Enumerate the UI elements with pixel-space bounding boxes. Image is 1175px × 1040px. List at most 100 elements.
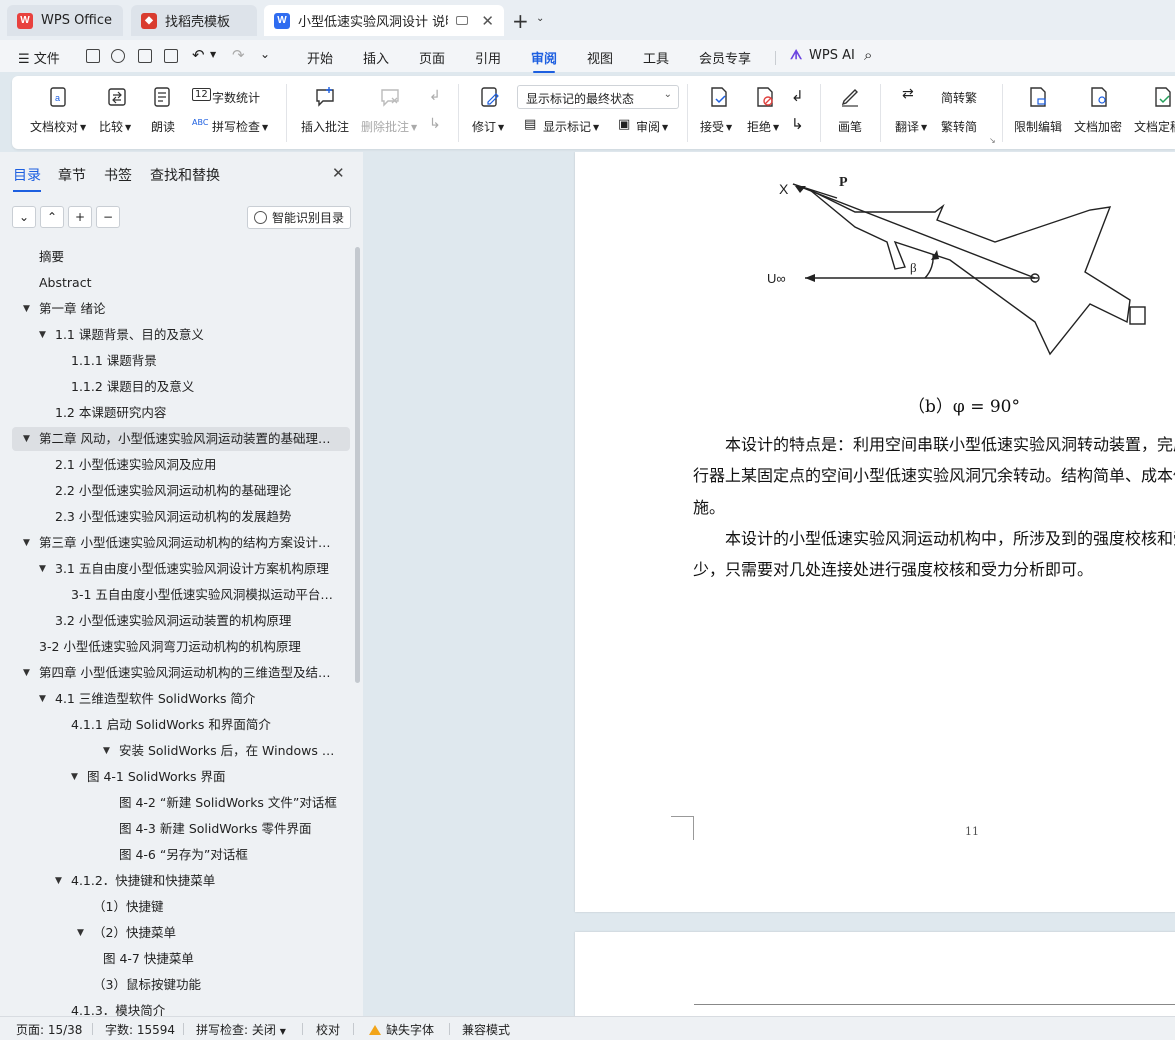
doc-encrypt-button[interactable]: 文档加密 — [1074, 118, 1122, 135]
smart-toc-button[interactable]: 智能识别目录 — [247, 206, 351, 229]
tab-wps-office[interactable]: W WPS Office — [7, 5, 123, 36]
toc-item[interactable]: 3.2 小型低速实验风洞运动装置的机构原理 — [12, 609, 350, 633]
collapse-arrow-icon[interactable]: ▼ — [23, 297, 30, 321]
trad-to-simp-button[interactable]: 繁转简 — [941, 118, 977, 135]
toc-item[interactable]: 图 4-2 “新建 SolidWorks 文件”对话框 — [12, 791, 350, 815]
missing-font-status[interactable]: 缺失字体 — [369, 1021, 434, 1038]
window-mode-icon[interactable] — [456, 16, 468, 25]
delete-comment-button[interactable]: 删除批注 ▼ — [361, 118, 417, 135]
collapse-arrow-icon[interactable]: ▼ — [39, 323, 46, 347]
close-tab-icon[interactable]: ✕ — [481, 12, 494, 30]
nav-tab-bookmarks[interactable]: 书签 — [104, 165, 132, 185]
toc-item[interactable]: 3-1 五自由度小型低速实验风洞模拟运动平台的 ... — [12, 583, 350, 607]
toc-item[interactable]: 1.1.1 课题背景 — [12, 349, 350, 373]
dialog-launcher-icon[interactable]: ↘ — [989, 136, 996, 145]
menu-tools[interactable]: 工具 — [643, 48, 669, 67]
search-icon[interactable]: ⌕ — [864, 46, 872, 64]
redo-icon[interactable]: ↷ — [232, 46, 245, 64]
tab-docer-templates[interactable]: ◆ 找稻壳模板 — [131, 5, 257, 36]
pen-button[interactable]: 画笔 — [838, 118, 862, 135]
read-aloud-button[interactable]: 朗读 — [151, 118, 175, 135]
toc-item[interactable]: Abstract — [12, 271, 350, 295]
undo-icon[interactable]: ↶ — [192, 46, 205, 64]
collapse-arrow-icon[interactable]: ▼ — [71, 765, 78, 789]
toc-item[interactable]: 4.1.3．模块简介 — [12, 999, 350, 1016]
doc-finalize-button[interactable]: 文档定稿 — [1134, 118, 1175, 135]
review-pane-button[interactable]: 审阅 ▼ — [636, 118, 668, 135]
collapse-arrow-icon[interactable]: ▼ — [23, 427, 30, 451]
collapse-arrow-icon[interactable]: ▼ — [103, 739, 110, 763]
toc-item[interactable]: 2.1 小型低速实验风洞及应用 — [12, 453, 350, 477]
collapse-arrow-icon[interactable]: ▼ — [77, 921, 84, 945]
close-pane-icon[interactable]: ✕ — [332, 164, 345, 182]
toc-item[interactable]: ▼ （2）快捷菜单 — [12, 921, 350, 945]
toc-item[interactable]: 2.3 小型低速实验风洞运动机构的发展趋势 — [12, 505, 350, 529]
collapse-arrow-icon[interactable]: ▼ — [23, 531, 30, 555]
toc-item[interactable]: ▼ 1.1 课题背景、目的及意义 — [12, 323, 350, 347]
translate-button[interactable]: 翻译 ▼ — [895, 118, 927, 135]
insert-comment-button[interactable]: 插入批注 — [301, 118, 349, 135]
collapse-arrow-icon[interactable]: ▼ — [39, 557, 46, 581]
expand-down-button[interactable]: ⌄ — [12, 206, 36, 228]
toc-item[interactable]: 2.2 小型低速实验风洞运动机构的基础理论 — [12, 479, 350, 503]
next-comment-icon[interactable]: ↳ — [429, 116, 441, 132]
menu-page[interactable]: 页面 — [419, 48, 445, 67]
accept-button[interactable]: 接受 ▼ — [700, 118, 732, 135]
track-changes-button[interactable]: 修订 ▼ — [472, 118, 504, 135]
wps-ai-button[interactable]: WPS AI — [809, 48, 855, 63]
word-count-button[interactable]: 字数统计 — [212, 89, 260, 106]
previous-comment-icon[interactable]: ↲ — [429, 88, 441, 104]
remove-heading-button[interactable]: − — [96, 206, 120, 228]
toc-item[interactable]: （3）鼠标按键功能 — [12, 973, 350, 997]
chevron-down-icon[interactable]: ⌄ — [536, 13, 544, 24]
toc-item[interactable]: ▼ 第四章 小型低速实验风洞运动机构的三维造型及结构 ... — [12, 661, 350, 685]
spell-check-button[interactable]: 拼写检查 ▼ — [212, 118, 268, 135]
menu-member[interactable]: 会员专享 — [699, 48, 751, 67]
add-heading-button[interactable]: + — [68, 206, 92, 228]
collapse-up-button[interactable]: ⌃ — [40, 206, 64, 228]
nav-tab-find-replace[interactable]: 查找和替换 — [150, 165, 220, 185]
nav-tab-toc[interactable]: 目录 — [13, 165, 41, 192]
toc-item[interactable]: ▼ 4.1.2．快捷键和快捷菜单 — [12, 869, 350, 893]
toc-item[interactable]: 1.1.2 课题目的及意义 — [12, 375, 350, 399]
show-markup-button[interactable]: 显示标记 ▼ — [543, 118, 599, 135]
share-icon[interactable] — [111, 49, 125, 63]
document-canvas[interactable]: X P β U∞ （b）φ = 90° 本设计的特点是：利用空间串联小型低速实验… — [363, 152, 1175, 1016]
more-quick-access-icon[interactable]: ⌄ — [260, 47, 270, 61]
previous-change-icon[interactable]: ↲ — [791, 87, 804, 105]
toc-item[interactable]: ▼ 第三章 小型低速实验风洞运动机构的结构方案设计和 ... — [12, 531, 350, 555]
compare-button[interactable]: 比较 ▼ — [99, 118, 131, 135]
menu-review[interactable]: 审阅 — [531, 48, 557, 73]
toc-item[interactable]: 图 4-6 “另存为”对话框 — [12, 843, 350, 867]
print-icon[interactable] — [138, 49, 152, 63]
nav-tab-sections[interactable]: 章节 — [58, 165, 86, 185]
restrict-edit-button[interactable]: 限制编辑 — [1014, 118, 1062, 135]
next-change-icon[interactable]: ↳ — [791, 115, 804, 133]
reject-button[interactable]: 拒绝 ▼ — [747, 118, 779, 135]
print-preview-icon[interactable] — [164, 49, 178, 63]
menu-insert[interactable]: 插入 — [363, 48, 389, 67]
spell-check-status[interactable]: 拼写检查: 关闭 ▼ — [196, 1021, 286, 1038]
toc-item[interactable]: ▼ 第二章 风动，小型低速实验风洞运动装置的基础理论 ... — [12, 427, 350, 451]
menu-home[interactable]: 开始 — [307, 48, 333, 67]
collapse-arrow-icon[interactable]: ▼ — [39, 687, 46, 711]
toc-item[interactable]: 1.2 本课题研究内容 — [12, 401, 350, 425]
toc-item[interactable]: 图 4-7 快捷菜单 — [12, 947, 350, 971]
toc-item[interactable]: ▼ 图 4-1 SolidWorks 界面 — [12, 765, 350, 789]
toc-item[interactable]: ▼ 3.1 五自由度小型低速实验风洞设计方案机构原理 — [12, 557, 350, 581]
word-count-status[interactable]: 字数: 15594 — [105, 1021, 175, 1038]
simp-to-trad-button[interactable]: 简转繁 — [941, 89, 977, 106]
toc-item[interactable]: 摘要 — [12, 245, 350, 269]
toc-item[interactable]: ▼ 安装 SolidWorks 后，在 Windows 的操 ... — [12, 739, 350, 763]
menu-references[interactable]: 引用 — [475, 48, 501, 67]
markup-state-select[interactable]: 显示标记的最终状态 ⌄ — [517, 85, 679, 109]
document-page[interactable] — [575, 932, 1175, 1016]
doc-proofread-button[interactable]: 文档校对 ▼ — [30, 118, 86, 135]
save-icon[interactable] — [86, 49, 100, 63]
undo-dropdown-icon[interactable]: ▼ — [210, 50, 216, 59]
new-tab-icon[interactable]: + — [512, 9, 529, 33]
nav-scrollbar[interactable] — [355, 247, 360, 683]
page-indicator[interactable]: 页面: 15/38 — [16, 1021, 82, 1038]
toc-item[interactable]: 图 4-3 新建 SolidWorks 零件界面 — [12, 817, 350, 841]
menu-view[interactable]: 视图 — [587, 48, 613, 67]
